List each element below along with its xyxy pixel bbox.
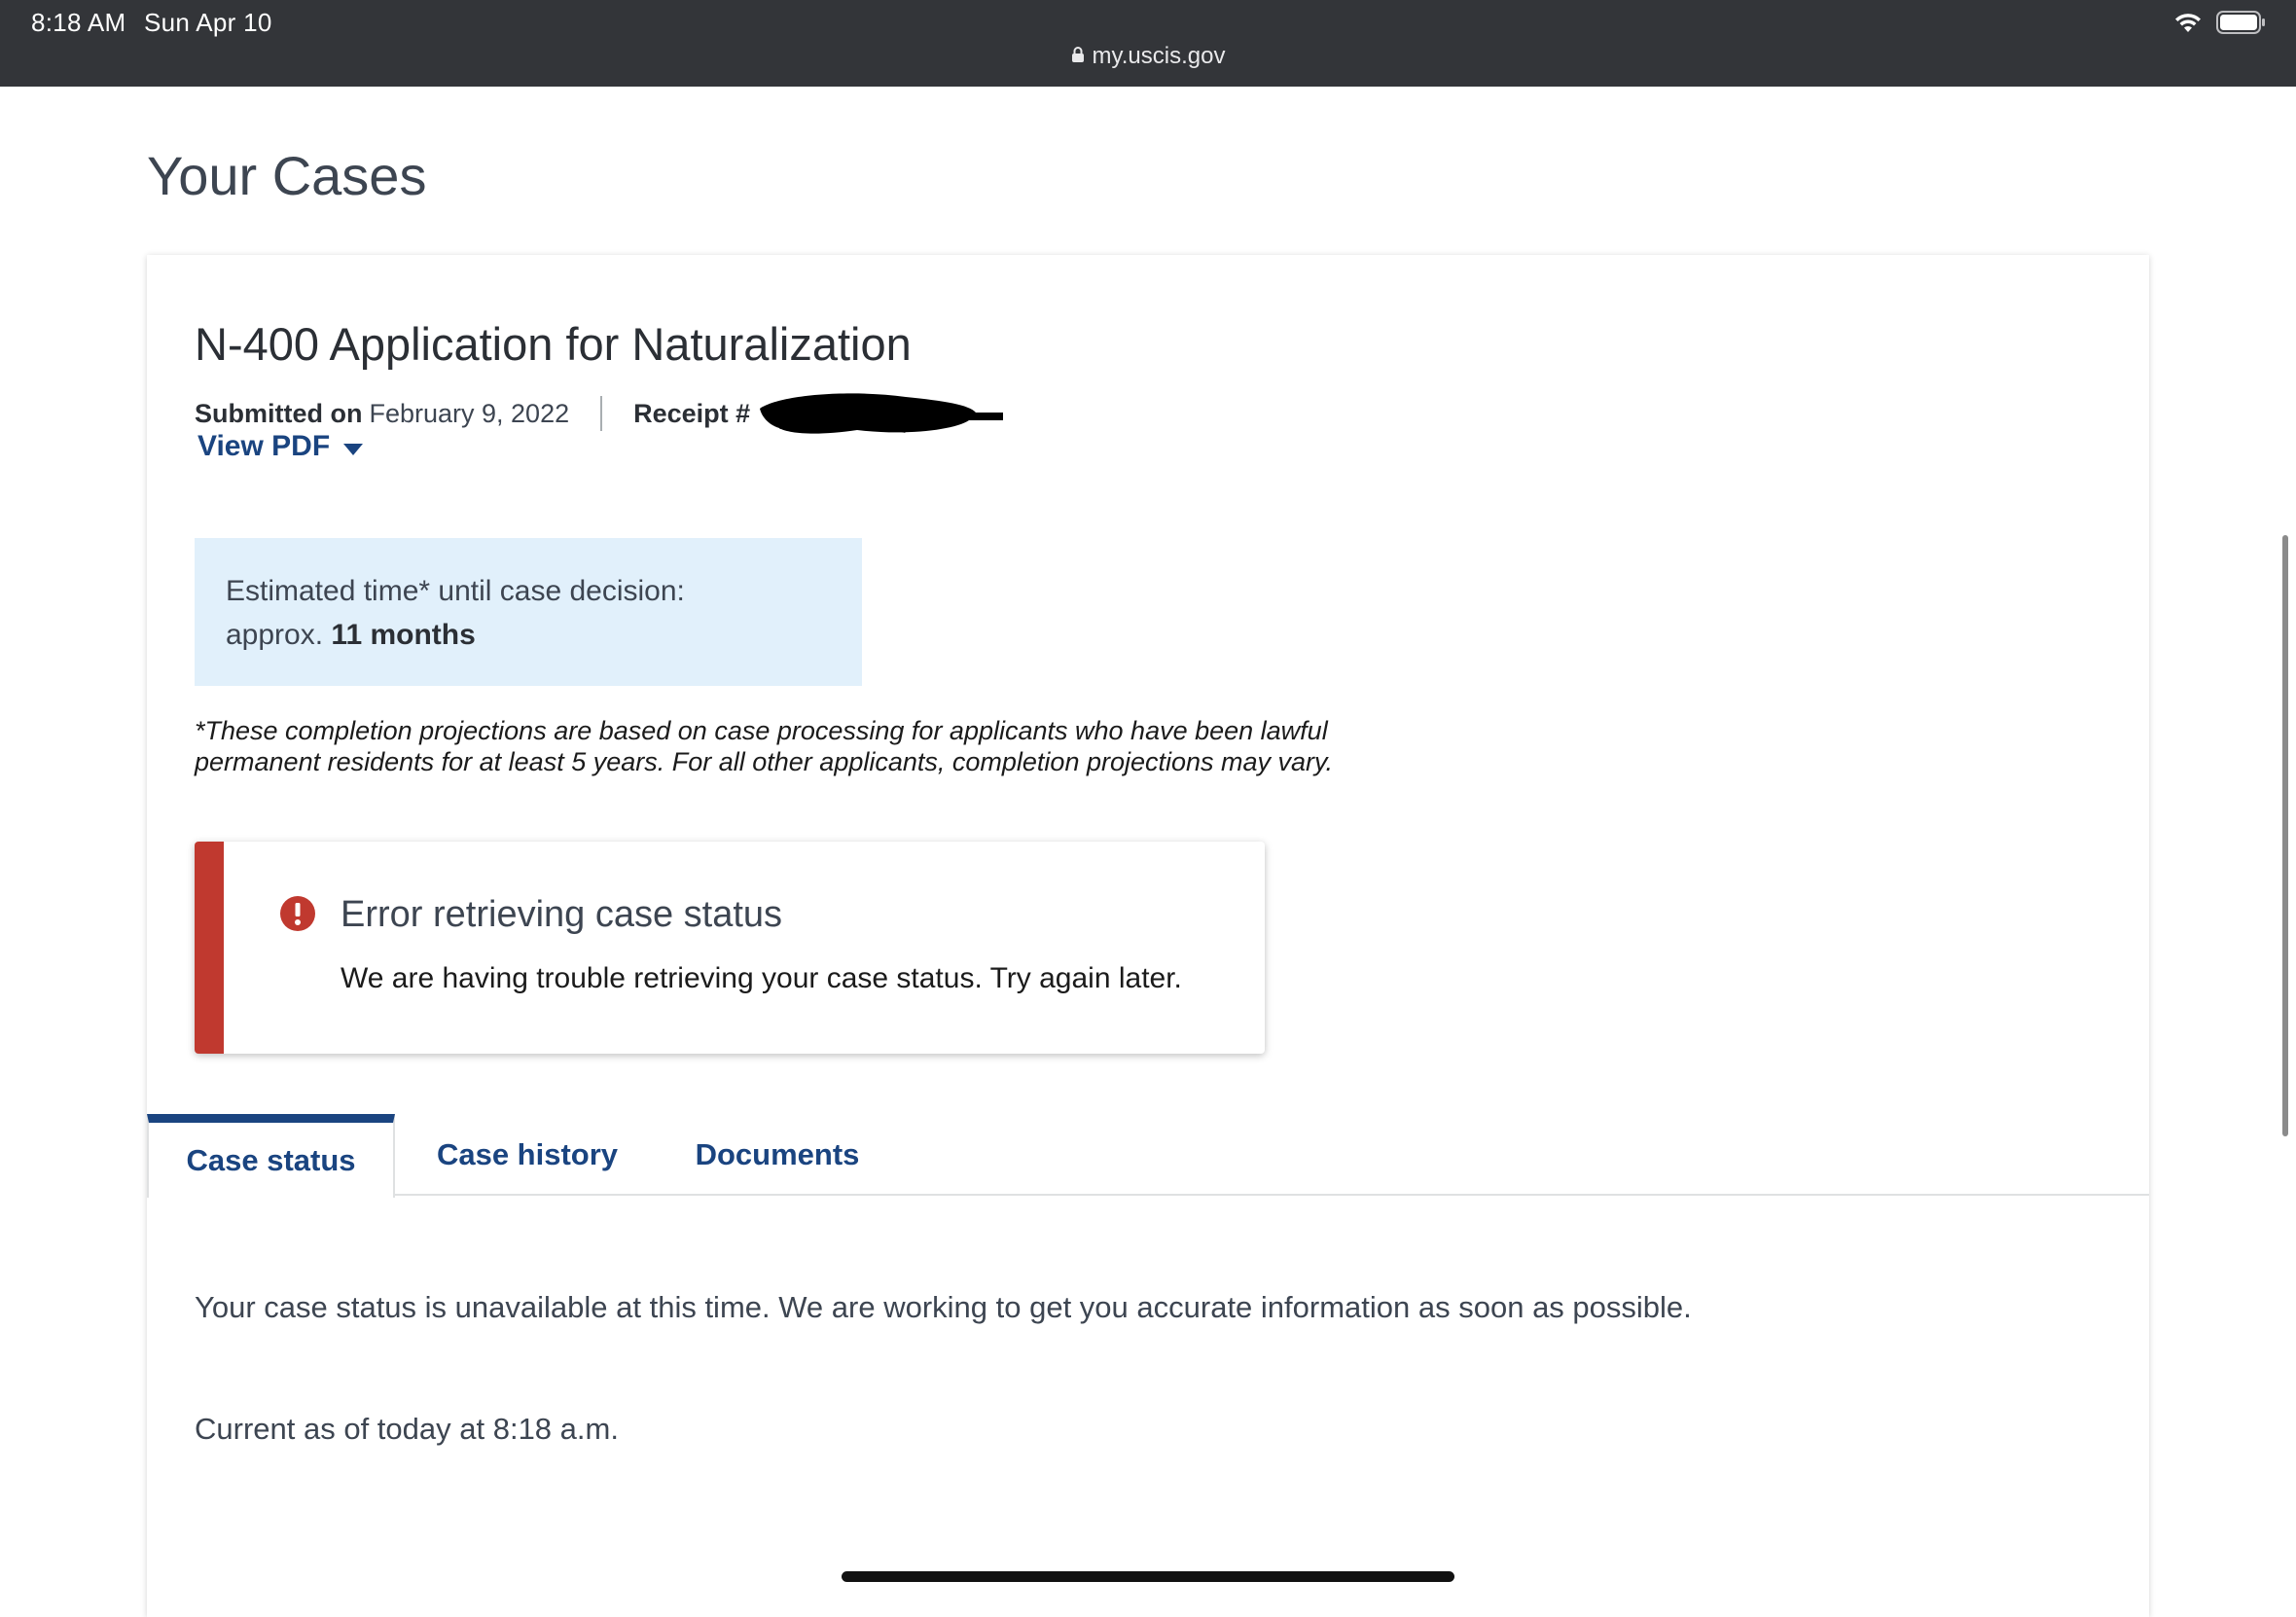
tab-documents[interactable]: Documents — [680, 1114, 875, 1196]
view-pdf-label: View PDF — [197, 430, 331, 462]
case-card: N-400 Application for Naturalization Sub… — [147, 255, 2149, 1617]
current-as-of: Current as of today at 8:18 a.m. — [195, 1412, 619, 1446]
case-status-message: Your case status is unavailable at this … — [195, 1290, 1692, 1324]
address-bar[interactable]: my.uscis.gov — [0, 43, 2296, 70]
tab-case-status[interactable]: Case status — [147, 1114, 395, 1198]
estimate-line: approx. 11 months — [226, 613, 831, 657]
tab-case-history[interactable]: Case history — [425, 1114, 629, 1196]
meta-divider — [600, 396, 603, 431]
ipad-status-bar: 8:18 AM Sun Apr 10 my.uscis.gov — [0, 0, 2296, 87]
status-indicators — [2173, 10, 2267, 40]
submitted-date: February 9, 2022 — [369, 398, 570, 428]
url-text: my.uscis.gov — [1092, 43, 1226, 69]
footnote-line-2: permanent residents for at least 5 years… — [195, 747, 1334, 776]
submitted-label: Submitted on — [195, 398, 363, 428]
lock-icon — [1071, 43, 1085, 70]
estimate-value: 11 months — [331, 619, 476, 651]
status-date: Sun Apr 10 — [144, 8, 272, 37]
error-icon — [280, 896, 315, 936]
home-indicator[interactable] — [842, 1571, 1454, 1582]
caret-down-icon — [343, 430, 364, 463]
alert-title: Error retrieving case status — [341, 894, 783, 935]
status-time: 8:18 AM — [31, 8, 126, 37]
case-tabs: Case status Case history Documents — [147, 1114, 2149, 1198]
battery-icon — [2216, 10, 2267, 40]
page-title: Your Cases — [147, 145, 427, 206]
footnote-line-1: *These completion projections are based … — [195, 716, 1328, 745]
receipt-label: Receipt # — [633, 398, 751, 428]
page-scrollbar[interactable] — [2282, 535, 2288, 1136]
alert-message: We are having trouble retrieving your ca… — [341, 962, 1182, 994]
error-alert: Error retrieving case status We are havi… — [195, 842, 1265, 1054]
receipt-redaction — [760, 391, 1004, 440]
projection-footnote: *These completion projections are based … — [195, 715, 1459, 777]
wifi-icon — [2173, 11, 2203, 39]
estimate-label: Estimated time* until case decision: — [226, 575, 685, 607]
view-pdf-button[interactable]: View PDF — [197, 430, 364, 463]
estimate-prefix: approx. — [226, 619, 324, 651]
alert-accent-bar — [195, 842, 224, 1054]
estimate-box: Estimated time* until case decision: app… — [195, 538, 862, 686]
application-title: N-400 Application for Naturalization — [195, 318, 912, 370]
